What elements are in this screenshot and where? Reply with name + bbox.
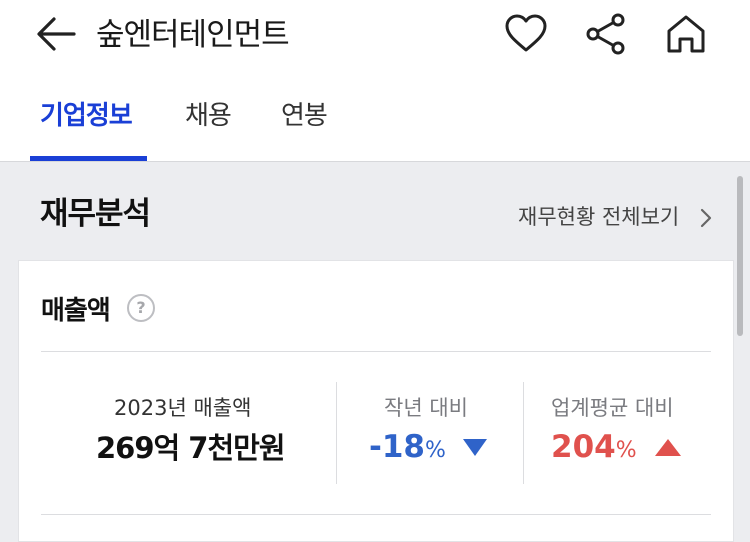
industry-value: 204% (551, 429, 637, 465)
help-icon[interactable]: ? (127, 294, 155, 322)
card-divider (41, 351, 711, 352)
revenue-year-label: 2023년 매출액 (114, 396, 252, 420)
share-button[interactable] (584, 12, 628, 56)
scrollbar[interactable] (737, 176, 743, 336)
tab-bar: 기업정보 채용 연봉 (0, 92, 750, 162)
tab-salary[interactable]: 연봉 (281, 98, 328, 134)
industry-number: 204 (551, 429, 616, 465)
industry-label: 업계평균 대비 (551, 396, 674, 420)
tab-recruitment[interactable]: 채용 (185, 98, 232, 134)
yoy-unit: % (425, 438, 446, 463)
header-divider (0, 161, 750, 162)
favorite-button[interactable] (504, 12, 548, 56)
yoy-value: -18% (369, 429, 446, 465)
company-name-title: 숲엔터테인먼트 (96, 17, 290, 53)
revenue-value: 269억 7천만원 (96, 431, 286, 465)
column-separator (336, 382, 337, 484)
triangle-down-icon (463, 439, 487, 456)
card-title: 매출액 (41, 296, 111, 326)
home-icon (667, 15, 705, 53)
back-button[interactable] (34, 14, 78, 54)
home-button[interactable] (664, 12, 708, 56)
top-app-bar: 숲엔터테인먼트 기업정보 채용 연봉 (0, 0, 750, 162)
column-separator (523, 382, 524, 484)
back-arrow-icon (37, 17, 76, 51)
triangle-up-icon (655, 439, 681, 456)
industry-unit: % (615, 438, 637, 463)
revenue-card: 매출액 ? 2023년 매출액 269억 7천만원 작년 대비 -18% 업계평… (18, 260, 734, 542)
share-icon (586, 13, 625, 55)
section-title: 재무분석 (40, 196, 151, 232)
card-divider-bottom (41, 514, 711, 515)
tab-company-info[interactable]: 기업정보 (40, 98, 133, 134)
yoy-number: -18 (369, 429, 426, 465)
chevron-right-icon (700, 208, 712, 228)
heart-icon (505, 14, 547, 52)
yoy-label: 작년 대비 (384, 396, 468, 420)
view-all-financials-link[interactable]: 재무현황 전체보기 (518, 203, 679, 231)
